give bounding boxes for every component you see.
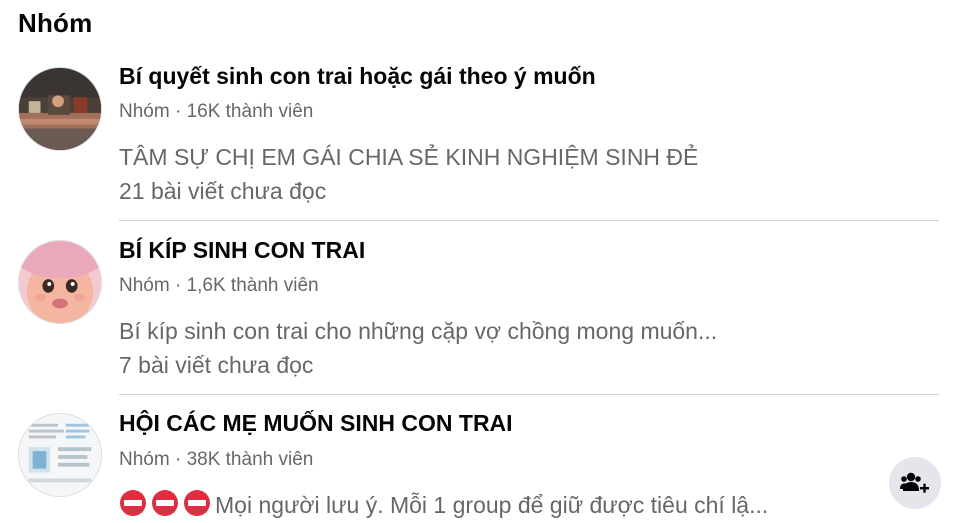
section-title: Nhóm xyxy=(18,8,93,38)
divider xyxy=(119,394,939,395)
group-description: Bí kíp sinh con trai cho những cặp vợ ch… xyxy=(119,318,718,344)
no-entry-icon xyxy=(184,490,210,516)
group-description: TÂM SỰ CHỊ EM GÁI CHIA SẺ KINH NGHIỆM SI… xyxy=(119,144,699,170)
no-entry-icons xyxy=(119,489,211,517)
group-name[interactable]: HỘI CÁC MẸ MUỐN SINH CON TRAI xyxy=(119,410,513,437)
group-unread-count: 21 bài viết chưa đọc xyxy=(119,178,327,204)
group-description-text: Mọi người lưu ý. Mỗi 1 group để giữ được… xyxy=(215,492,769,518)
group-name[interactable]: BÍ KÍP SINH CON TRAI xyxy=(119,237,365,264)
join-group-button[interactable] xyxy=(889,457,941,509)
group-avatar[interactable] xyxy=(18,240,102,324)
divider xyxy=(119,220,939,221)
group-name[interactable]: Bí quyết sinh con trai hoặc gái theo ý m… xyxy=(119,63,596,90)
group-join-icon xyxy=(900,472,929,493)
group-meta: Nhóm · 38K thành viên xyxy=(119,449,314,470)
baby-photo-icon xyxy=(19,241,101,323)
group-meta: Nhóm · 1,6K thành viên xyxy=(119,275,319,296)
group-unread-count: 7 bài viết chưa đọc xyxy=(119,352,314,378)
no-entry-icon xyxy=(152,490,178,516)
group-photo-icon xyxy=(19,68,101,150)
no-entry-icon xyxy=(120,490,146,516)
group-avatar[interactable] xyxy=(18,67,102,151)
group-meta: Nhóm · 16K thành viên xyxy=(119,101,314,122)
group-description: Mọi người lưu ý. Mỗi 1 group để giữ được… xyxy=(119,489,768,519)
group-avatar[interactable] xyxy=(18,413,102,497)
document-photo-icon xyxy=(19,414,101,496)
